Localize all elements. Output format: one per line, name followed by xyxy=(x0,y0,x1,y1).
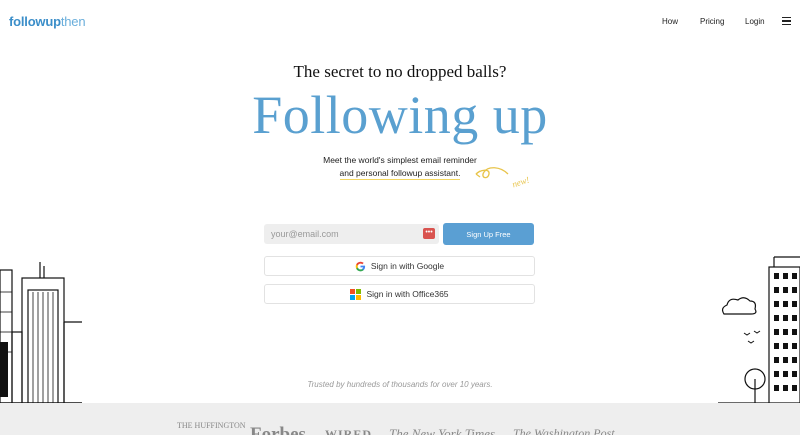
press-logo-forbes: Forbes xyxy=(250,424,306,435)
logo-primary: followup xyxy=(9,14,61,29)
sign-up-button[interactable]: Sign Up Free xyxy=(443,223,534,245)
arrow-doodle-icon xyxy=(475,167,509,179)
google-logo-icon xyxy=(355,261,366,272)
nav-link-how[interactable]: How xyxy=(662,17,678,26)
hero-eyebrow: The secret to no dropped balls? xyxy=(293,62,507,81)
office365-sign-in-button[interactable]: Sign in with Office365 xyxy=(264,284,535,304)
google-sign-in-label: Sign in with Google xyxy=(370,261,445,271)
trusted-by-text: Trusted by hundreds of thousands for ove… xyxy=(307,380,493,389)
hero-subtitle-line2-wrapper: and personal followup assistant. xyxy=(0,168,800,180)
password-manager-icon[interactable]: ••• xyxy=(423,228,435,239)
nav-link-login[interactable]: Login xyxy=(745,17,765,26)
top-navigation: followupthen How Pricing Login xyxy=(0,0,800,44)
press-logo-washington-post: The Washington Post xyxy=(513,426,615,435)
press-logo-nytimes: The New York Times xyxy=(389,426,496,435)
logo-secondary: then xyxy=(60,14,86,29)
google-sign-in-button[interactable]: Sign in with Google xyxy=(264,256,535,276)
hero-subtitle-line2: and personal followup assistant. xyxy=(339,168,461,180)
logo[interactable]: followupthen xyxy=(9,14,86,29)
nav-link-pricing[interactable]: Pricing xyxy=(700,17,724,26)
hero-subtitle-line1: Meet the world's simplest email reminder xyxy=(323,155,477,165)
menu-icon[interactable] xyxy=(782,17,791,25)
hero-headline: Following up xyxy=(252,85,548,145)
press-logo-wired: WIRED xyxy=(325,427,373,435)
microsoft-logo-icon xyxy=(350,288,362,300)
press-logos-band: THE HUFFINGTON Forbes WIRED The New York… xyxy=(0,403,800,435)
email-input[interactable] xyxy=(264,224,439,244)
press-logo-huffington: THE HUFFINGTON xyxy=(177,421,246,430)
office365-sign-in-label: Sign in with Office365 xyxy=(366,289,449,299)
